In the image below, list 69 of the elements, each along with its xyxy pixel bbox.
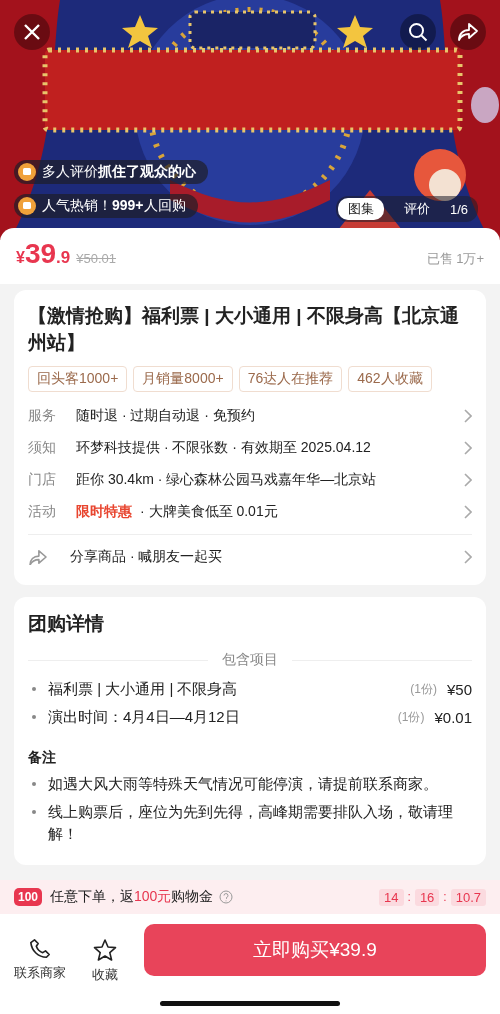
bullet <box>32 687 36 691</box>
badge-text: 多人评价抓住了观众的心 <box>42 163 196 181</box>
info-row[interactable]: 活动 限时特惠 · 大牌美食低至 0.01元 <box>28 496 472 528</box>
row-label: 门店 <box>28 471 57 489</box>
item-name: 演出时间：4月4日—4月12日 <box>48 707 241 727</box>
row-value: 环梦科技提供 · 不限张数 · 有效期至 2025.04.12 <box>76 439 371 455</box>
item-price: ¥0.01 <box>434 708 472 726</box>
share-icon <box>28 549 48 565</box>
contact-button[interactable]: 联系商家 <box>14 924 66 984</box>
item-quantity: (1份) <box>397 708 425 726</box>
row-value: 随时退 · 过期自动退 · 免预约 <box>76 407 255 423</box>
row-label: 服务 <box>28 407 57 425</box>
item-price: ¥50 <box>446 680 472 698</box>
original-price: ¥50.01 <box>76 251 116 266</box>
coupon-badge: 100 <box>14 888 43 906</box>
image-counter: 1/6 <box>449 201 468 217</box>
share-icon <box>457 22 479 42</box>
promo-label: 限时特惠 <box>76 503 132 519</box>
item-quantity: (1份) <box>410 680 437 698</box>
chevron-right-icon <box>464 550 472 564</box>
bullet <box>32 782 36 786</box>
stat-tag: 76达人在推荐 <box>238 366 343 392</box>
notes-title: 备注 <box>28 749 57 767</box>
subsection-title: 包含项目 <box>222 651 278 669</box>
section-title: 团购详情 <box>28 612 105 636</box>
gallery-tab[interactable]: 图集 <box>337 198 384 220</box>
row-label: 活动 <box>28 503 57 521</box>
buy-button[interactable]: 立即购买¥39.9 <box>144 924 486 976</box>
row-value: 距你 30.4km · 绿心森林公园马戏嘉年华—北京站 <box>76 471 377 487</box>
stat-tag: 月销量8000+ <box>133 366 233 392</box>
countdown-digits: 14 <box>379 888 404 906</box>
product-title: 【激情抢购】福利票 | 大小通用 | 不限身高【北京通州站】 <box>28 304 460 355</box>
chevron-right-icon <box>464 409 472 423</box>
countdown-separator: : <box>443 890 447 904</box>
message-icon <box>18 197 36 215</box>
star-icon <box>93 938 117 962</box>
search-icon <box>408 22 428 42</box>
stat-tag: 462人收藏 <box>348 366 432 392</box>
item-name: 福利票 | 大小通用 | 不限身高 <box>48 679 239 699</box>
row-value: · 大牌美食低至 0.01元 <box>140 503 278 519</box>
row-label: 须知 <box>28 439 57 457</box>
info-row[interactable]: 服务 随时退 · 过期自动退 · 免预约 <box>28 400 472 432</box>
bullet <box>32 810 36 814</box>
close-button[interactable] <box>14 14 50 50</box>
bullet <box>32 715 36 719</box>
promo-text: 任意下单，返100元购物金 <box>50 888 214 906</box>
note-text: 线上购票后，座位为先到先得，高峰期需要排队入场，敬请理解！ <box>48 802 454 844</box>
message-icon <box>18 163 36 181</box>
countdown-separator: : <box>407 890 411 904</box>
countdown-digits: 16 <box>414 888 440 906</box>
chevron-right-icon <box>464 505 472 519</box>
phone-icon <box>29 938 51 960</box>
price: ¥39.9 <box>16 238 71 270</box>
share-button[interactable] <box>450 14 486 50</box>
favorite-button[interactable]: 收藏 <box>92 924 118 984</box>
share-text: 分享商品 · 喊朋友一起买 <box>70 548 224 566</box>
sold-count: 已售 1万+ <box>426 250 484 268</box>
countdown-digits: 10.7 <box>450 888 486 906</box>
stat-tag: 回头客1000+ <box>28 366 128 392</box>
info-row[interactable]: 须知 环梦科技提供 · 不限张数 · 有效期至 2025.04.12 <box>28 432 472 464</box>
chevron-right-icon <box>464 473 472 487</box>
gallery-tab[interactable]: 评价 <box>393 198 440 220</box>
chevron-right-icon <box>464 441 472 455</box>
note-text: 如遇大风大雨等特殊天气情况可能停演，请提前联系商家。 <box>48 774 438 794</box>
share-row[interactable]: 分享商品 · 喊朋友一起买 <box>28 534 472 579</box>
info-row[interactable]: 门店 距你 30.4km · 绿心森林公园马戏嘉年华—北京站 <box>28 464 472 496</box>
close-icon <box>23 23 41 41</box>
search-button[interactable] <box>400 14 436 50</box>
badge-text: 人气热销！999+人回购 <box>42 197 186 215</box>
